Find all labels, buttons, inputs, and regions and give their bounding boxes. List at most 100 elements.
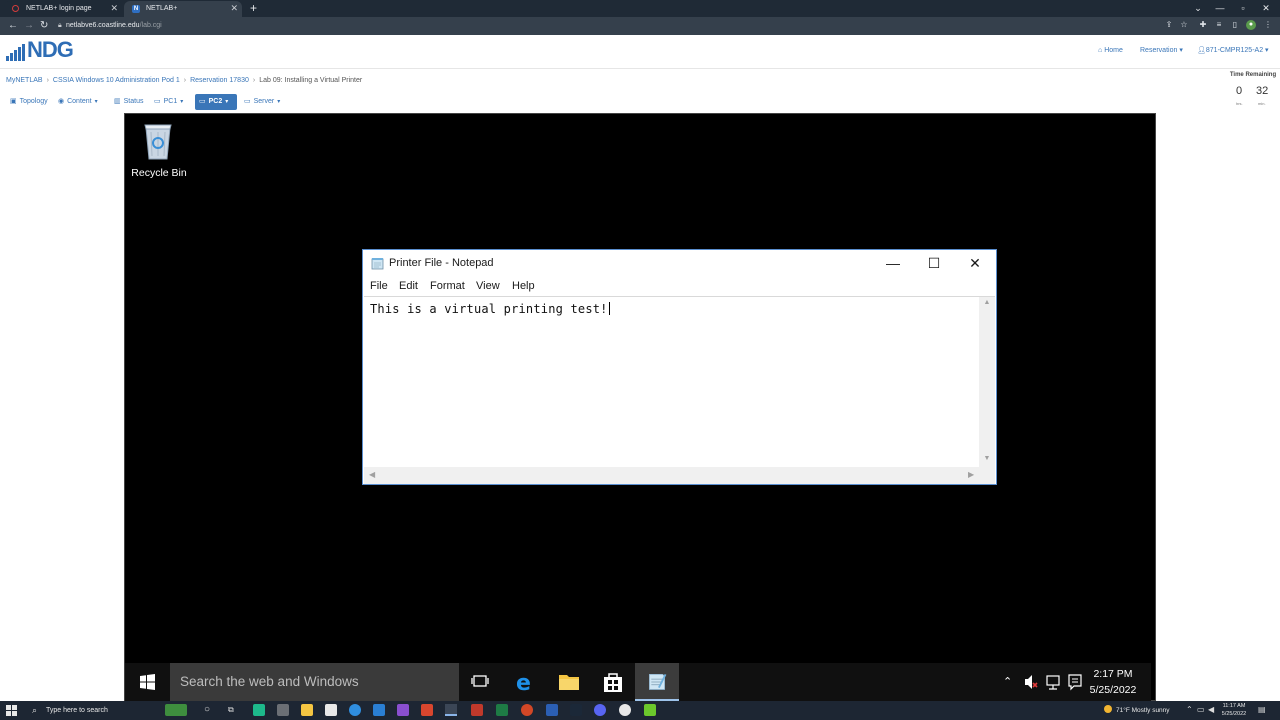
menu-file[interactable]: File <box>370 280 388 292</box>
close-window-button[interactable]: ✕ <box>1254 0 1278 16</box>
notepad-content[interactable]: This is a virtual printing test! <box>370 302 610 316</box>
scroll-left-icon[interactable]: ◀ <box>369 470 375 479</box>
app-icon[interactable] <box>619 704 631 716</box>
search-icon: ⌕ <box>32 705 38 715</box>
scroll-up-icon[interactable]: ▲ <box>979 299 995 306</box>
home-link[interactable]: ⌂ Home <box>1098 46 1123 56</box>
recycle-bin-desktop-icon[interactable]: Recycle Bin <box>131 122 187 182</box>
show-hidden-icons-icon[interactable]: ⌃ <box>1003 675 1012 688</box>
breadcrumb-pod[interactable]: CSSIA Windows 10 Administration Pod 1 <box>53 77 180 84</box>
mail-icon[interactable] <box>373 704 385 716</box>
tab-server[interactable]: ▭ Server ▾ <box>240 94 284 110</box>
network-icon[interactable]: ▭ <box>1197 704 1205 716</box>
share-icon[interactable]: ⇪ <box>1164 20 1174 30</box>
browser-menu-icon[interactable]: ⋮ <box>1263 20 1273 30</box>
task-view-icon[interactable]: ⧉ <box>228 704 234 716</box>
notepad-taskbar-icon[interactable] <box>635 663 679 701</box>
app-icon[interactable] <box>277 704 289 716</box>
side-panel-icon[interactable]: ▯ <box>1230 20 1240 30</box>
show-hidden-icons-icon[interactable]: ⌃ <box>1186 704 1193 716</box>
back-icon[interactable]: ← <box>8 19 18 33</box>
notepad-title-bar[interactable]: Printer File - Notepad — ☐ ✕ <box>363 250 996 276</box>
volume-muted-icon[interactable] <box>1021 663 1041 701</box>
browser-tab-title: NETLAB+ login page <box>26 5 92 12</box>
excel-icon[interactable] <box>496 704 508 716</box>
discord-icon[interactable] <box>594 704 606 716</box>
scroll-down-icon[interactable]: ▼ <box>979 455 995 462</box>
user-label: 871-CMPR125-A2 <box>1205 47 1264 54</box>
chrome-icon[interactable] <box>445 704 457 716</box>
text-caret <box>608 302 610 315</box>
acrobat-icon[interactable] <box>471 704 483 716</box>
onedrive-icon[interactable] <box>349 704 361 716</box>
store-icon[interactable] <box>325 704 337 716</box>
app-icon[interactable] <box>421 704 433 716</box>
maximize-button[interactable]: ☐ <box>913 250 955 276</box>
new-tab-button[interactable]: + <box>250 0 257 16</box>
steam-icon[interactable] <box>570 704 582 716</box>
tab-search-icon[interactable]: ⌄ <box>1186 0 1210 16</box>
profile-avatar-icon[interactable]: ● <box>1246 20 1256 30</box>
visual-studio-icon[interactable] <box>397 704 409 716</box>
host-start-icon[interactable] <box>6 705 17 716</box>
notepad-text-area[interactable]: This is a virtual printing test! ▲ ▼ ◀ ▶ <box>364 296 995 484</box>
close-button[interactable]: ✕ <box>954 250 996 276</box>
reading-list-icon[interactable]: ≡ <box>1214 20 1224 30</box>
file-explorer-icon[interactable] <box>547 663 591 701</box>
maximize-window-button[interactable]: ▫ <box>1231 0 1255 16</box>
tab-pc1[interactable]: ▭ PC1 ▾ <box>150 94 187 110</box>
browser-tab-netlab[interactable]: N NETLAB+ ✕ <box>124 1 242 17</box>
windows-start-icon[interactable] <box>125 663 169 701</box>
bookmark-star-icon[interactable]: ☆ <box>1179 20 1189 30</box>
tab-pc2[interactable]: ▭ PC2 ▾ <box>195 94 237 110</box>
remote-search-box[interactable]: Search the web and Windows <box>170 663 459 701</box>
network-icon[interactable] <box>1043 663 1063 701</box>
menu-edit[interactable]: Edit <box>399 280 418 292</box>
reload-icon[interactable]: ↻ <box>40 19 48 33</box>
scroll-right-icon[interactable]: ▶ <box>968 470 974 479</box>
menu-help[interactable]: Help <box>512 280 535 292</box>
close-tab-icon[interactable]: ✕ <box>110 1 118 16</box>
browser-tab-netlab-login[interactable]: NETLAB+ login page ✕ <box>4 1 122 17</box>
notifications-icon[interactable]: ▤ <box>1258 704 1266 716</box>
app-icon[interactable] <box>253 704 265 716</box>
breadcrumb-reservation[interactable]: Reservation 17830 <box>190 77 249 84</box>
edge-browser-icon[interactable]: e <box>503 663 547 701</box>
extensions-icon[interactable]: ✚ <box>1198 20 1208 30</box>
tab-status[interactable]: ▥ Status <box>110 94 147 110</box>
host-clock[interactable]: 11:17 AM 5/25/2022 <box>1214 702 1254 718</box>
task-view-icon[interactable] <box>459 663 503 701</box>
powerpoint-icon[interactable] <box>521 704 533 716</box>
remote-clock[interactable]: 2:17 PM 5/25/2022 <box>1083 666 1143 698</box>
breadcrumb-separator: › <box>46 77 49 84</box>
tab-content[interactable]: ◉ Content ▾ <box>54 94 102 110</box>
forward-icon[interactable]: → <box>24 19 34 33</box>
minimize-window-button[interactable]: — <box>1208 0 1232 16</box>
remote-taskbar: Search the web and Windows e ⌃ 2:17 PM 5… <box>125 663 1151 701</box>
store-icon[interactable] <box>591 663 635 701</box>
close-tab-icon[interactable]: ✕ <box>230 1 238 16</box>
cortana-icon[interactable]: ○ <box>204 704 210 716</box>
minimize-button[interactable]: — <box>872 250 914 276</box>
search-highlight-icon[interactable] <box>165 704 187 716</box>
notepad-app-icon <box>371 258 384 270</box>
action-center-icon[interactable] <box>1065 663 1085 701</box>
host-search-box[interactable]: ⌕ Type here to search <box>24 701 184 720</box>
address-bar[interactable]: 🔒︎ netlabve6.coastline.edu/lab.cgi <box>56 19 1156 33</box>
horizontal-scrollbar[interactable]: ◀ ▶ <box>364 467 979 484</box>
word-icon[interactable] <box>546 704 558 716</box>
menu-format[interactable]: Format <box>430 280 465 292</box>
menu-view[interactable]: View <box>476 280 500 292</box>
app-icon[interactable] <box>644 704 656 716</box>
resize-grip[interactable] <box>979 467 995 484</box>
host-search-placeholder: Type here to search <box>46 707 108 714</box>
weather-widget[interactable]: 71°F Mostly sunny <box>1104 701 1170 720</box>
tab-topology[interactable]: ▣ Topology <box>6 94 52 110</box>
vertical-scrollbar[interactable]: ▲ ▼ <box>979 297 995 467</box>
tab-label: Server <box>253 98 275 105</box>
breadcrumb-mynetlab[interactable]: MyNETLAB <box>6 77 43 84</box>
notepad-window[interactable]: Printer File - Notepad — ☐ ✕ File Edit F… <box>362 249 997 485</box>
file-explorer-icon[interactable] <box>301 704 313 716</box>
reservation-menu[interactable]: Reservation ▾ <box>1140 46 1183 56</box>
user-menu[interactable]: 👤︎871-CMPR125-A2 ▾ <box>1197 46 1269 56</box>
